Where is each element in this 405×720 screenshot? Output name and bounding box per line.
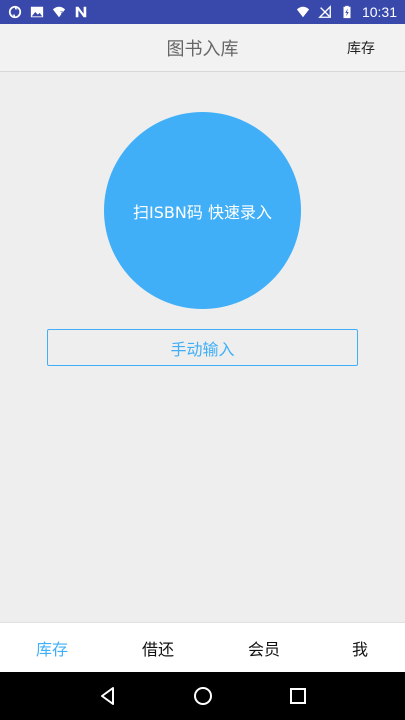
inventory-button[interactable]: 库存 [347, 24, 375, 72]
manual-input-button[interactable]: 手动输入 [47, 329, 358, 366]
recents-icon [289, 688, 306, 704]
bottom-tab-bar: 库存 借还 会员 我 [0, 622, 405, 672]
battery-charging-icon [340, 5, 354, 19]
back-icon [100, 687, 114, 705]
recents-button[interactable] [278, 676, 318, 716]
status-right-icons: 10:31 [296, 4, 397, 20]
title-bar: 图书入库 库存 [0, 24, 405, 72]
back-button[interactable] [88, 676, 128, 716]
manual-input-label: 手动输入 [170, 339, 235, 359]
system-nav-bar [0, 672, 405, 720]
n-notification-icon [74, 5, 88, 19]
sync-icon [8, 5, 22, 19]
home-button[interactable] [183, 676, 223, 716]
image-icon [30, 5, 44, 19]
tab-me[interactable]: 我 [330, 623, 390, 673]
scan-isbn-label: 扫ISBN码 快速录入 [133, 202, 272, 222]
status-bar: ? 10:31 [0, 0, 405, 24]
scan-isbn-button[interactable]: 扫ISBN码 快速录入 [104, 112, 301, 309]
page-title: 图书入库 [166, 39, 239, 60]
wifi-icon [296, 5, 310, 19]
tab-inventory[interactable]: 库存 [20, 623, 84, 673]
status-time: 10:31 [361, 4, 397, 20]
tab-borrow-return[interactable]: 借还 [126, 623, 190, 673]
svg-text:?: ? [60, 11, 63, 18]
home-icon [193, 687, 212, 705]
content-area: 扫ISBN码 快速录入 手动输入 [0, 73, 405, 622]
status-left-icons: ? [8, 5, 88, 19]
wifi-unknown-icon: ? [52, 5, 66, 19]
tab-members[interactable]: 会员 [232, 623, 296, 673]
no-signal-icon [318, 5, 332, 19]
